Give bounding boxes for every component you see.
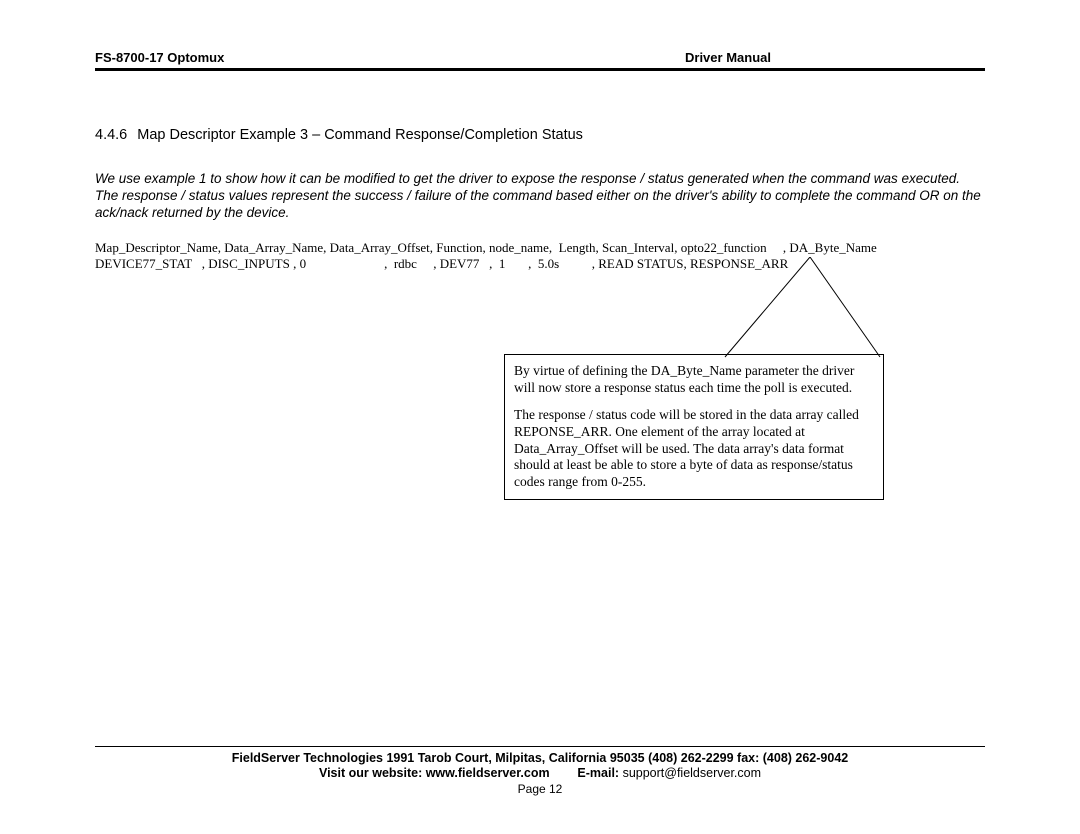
col-scan-interval: Scan_Interval,: [602, 240, 677, 255]
val-length: , 1: [489, 256, 505, 271]
val-scan-interval: , 5.0s: [528, 256, 559, 271]
page-footer: FieldServer Technologies 1991 Tarob Cour…: [95, 746, 985, 796]
section-heading: 4.4.6 Map Descriptor Example 3 – Command …: [95, 127, 985, 143]
val-map-descriptor-name: DEVICE77_STAT ,: [95, 256, 205, 271]
page-number: Page 12: [95, 782, 985, 796]
callout-paragraph-1: By virtue of defining the DA_Byte_Name p…: [514, 363, 874, 397]
col-opto22-function: opto22_function: [681, 240, 767, 255]
col-da-byte-name: , DA_Byte_Name: [783, 240, 877, 255]
col-data-array-offset: Data_Array_Offset,: [330, 240, 433, 255]
callout-connector: [720, 257, 900, 362]
col-length: Length,: [559, 240, 599, 255]
footer-website-label: Visit our website: www.fieldserver.com: [319, 766, 550, 780]
val-opto22-function: , READ STATUS,: [592, 256, 687, 271]
val-data-array-name: DISC_INPUTS ,: [205, 256, 296, 271]
intro-paragraph: We use example 1 to show how it can be m…: [95, 171, 985, 222]
header-rule: [95, 68, 985, 71]
callout-box: By virtue of defining the DA_Byte_Name p…: [504, 354, 884, 500]
val-node-name: , DEV77: [433, 256, 479, 271]
section-number: 4.4.6: [95, 127, 127, 143]
col-function: Function,: [436, 240, 485, 255]
col-map-descriptor-name: Map_Descriptor_Name,: [95, 240, 221, 255]
col-data-array-name: Data_Array_Name,: [224, 240, 326, 255]
footer-rule: [95, 746, 985, 747]
val-data-array-offset: 0: [296, 256, 306, 271]
footer-address: FieldServer Technologies 1991 Tarob Cour…: [95, 751, 985, 765]
footer-email-label: E-mail:: [577, 766, 619, 780]
callout-paragraph-2: The response / status code will be store…: [514, 407, 874, 491]
col-node-name: node_name,: [489, 240, 552, 255]
val-function: , rdbc: [384, 256, 417, 271]
header-right: Driver Manual: [685, 50, 985, 65]
header-left: FS-8700-17 Optomux: [95, 50, 685, 65]
section-title: Map Descriptor Example 3 – Command Respo…: [137, 127, 583, 143]
footer-email-value: support@fieldserver.com: [619, 766, 761, 780]
